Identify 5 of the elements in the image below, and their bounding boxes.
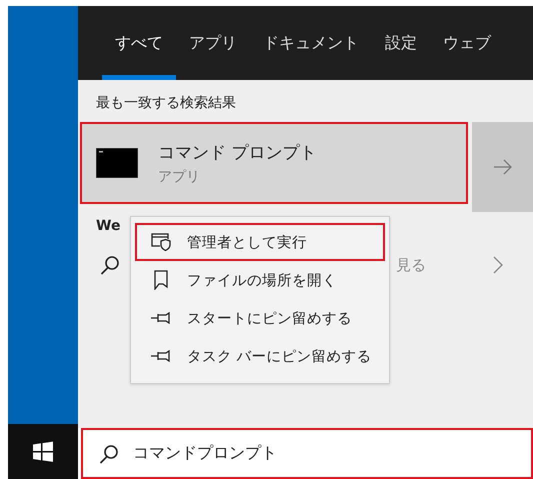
- section-heading: We: [96, 218, 120, 234]
- result-subtitle: アプリ: [158, 168, 201, 186]
- section-heading: 最も一致する検索結果: [95, 94, 237, 113]
- web-search-text: 見る: [396, 256, 426, 274]
- result-title: コマンド プロンプト: [158, 142, 316, 164]
